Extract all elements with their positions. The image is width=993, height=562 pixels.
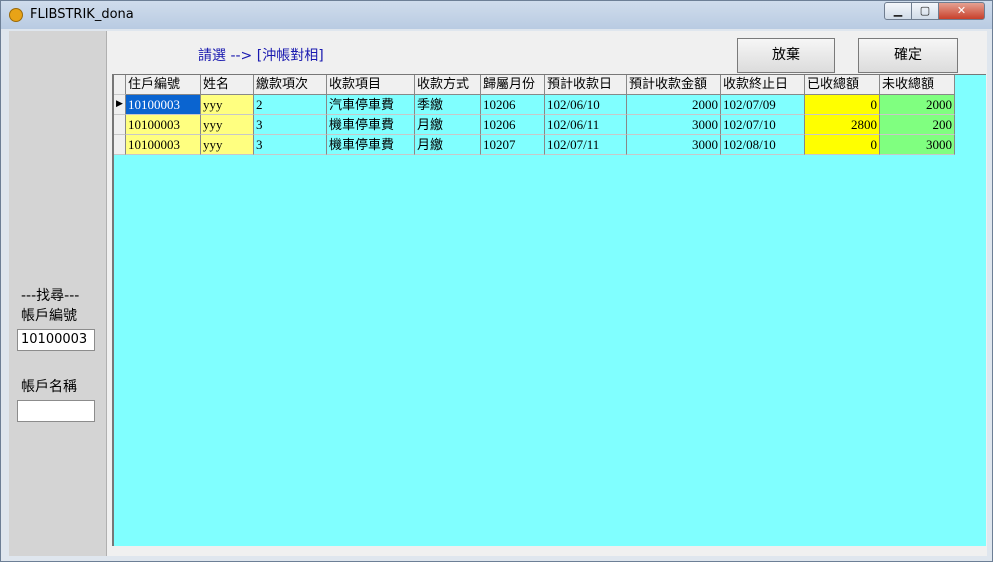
confirm-button[interactable]: 確定	[858, 38, 958, 73]
main-panel: 請選 --> [沖帳對相] 放棄 確定 住戶編號 姓名 繳款項次 收款項目 收款方式 歸屬…	[106, 31, 987, 556]
table-cell[interactable]: 10207	[481, 135, 545, 155]
column-header[interactable]: 已收總額	[805, 75, 880, 95]
records-grid[interactable]: 住戶編號 姓名 繳款項次 收款項目 收款方式 歸屬月份 預計收款日 預計收款金額 收款終止日 已收…	[112, 74, 986, 546]
row-selector[interactable]	[114, 115, 126, 135]
search-panel: ---找尋--- 帳戶編號 10100003 帳戶名稱	[9, 31, 105, 556]
table-cell[interactable]: 機車停車費	[327, 135, 415, 155]
table-cell[interactable]: 10100003	[126, 95, 201, 115]
app-window: FLIBSTRIK_dona ▁ ▢ ✕ ---找尋--- 帳戶編號 10100…	[0, 0, 993, 562]
instruction-text: 請選 --> [沖帳對相]	[198, 48, 324, 64]
table-cell[interactable]: 3	[254, 115, 327, 135]
column-header[interactable]: 預計收款金額	[627, 75, 721, 95]
column-header[interactable]: 姓名	[201, 75, 254, 95]
column-header[interactable]: 預計收款日	[545, 75, 627, 95]
table-cell[interactable]: 季繳	[415, 95, 481, 115]
column-header[interactable]: 未收總額	[880, 75, 955, 95]
table-cell[interactable]: 102/06/10	[545, 95, 627, 115]
table-cell[interactable]: 10100003	[126, 135, 201, 155]
table-cell[interactable]: 10206	[481, 95, 545, 115]
table-cell[interactable]: 2	[254, 95, 327, 115]
close-button[interactable]: ✕	[938, 2, 985, 20]
table-cell[interactable]: 102/07/11	[545, 135, 627, 155]
table-cell[interactable]: yyy	[201, 115, 254, 135]
row-selector[interactable]: ▶	[114, 95, 126, 115]
column-header[interactable]: 收款項目	[327, 75, 415, 95]
app-icon	[9, 8, 23, 22]
cancel-button[interactable]: 放棄	[737, 38, 835, 73]
column-header[interactable]: 歸屬月份	[481, 75, 545, 95]
table-cell[interactable]: 10100003	[126, 115, 201, 135]
table-cell[interactable]: 3000	[627, 115, 721, 135]
column-header[interactable]: 收款方式	[415, 75, 481, 95]
column-header[interactable]: 收款終止日	[721, 75, 805, 95]
table-cell[interactable]: 3	[254, 135, 327, 155]
table-cell[interactable]: 月繳	[415, 135, 481, 155]
table-cell[interactable]: 2000	[880, 95, 955, 115]
table-cell[interactable]: 200	[880, 115, 955, 135]
table-cell[interactable]: 0	[805, 95, 880, 115]
table-cell[interactable]: yyy	[201, 95, 254, 115]
table-cell[interactable]: 汽車停車費	[327, 95, 415, 115]
table-cell[interactable]: yyy	[201, 135, 254, 155]
row-selector[interactable]	[114, 135, 126, 155]
column-header[interactable]: 繳款項次	[254, 75, 327, 95]
account-name-input[interactable]	[17, 400, 95, 422]
table-cell[interactable]: 2000	[627, 95, 721, 115]
table-cell[interactable]: 2800	[805, 115, 880, 135]
table-cell[interactable]: 3000	[627, 135, 721, 155]
account-name-label: 帳戶名稱	[21, 379, 77, 395]
title-bar[interactable]: FLIBSTRIK_dona ▁ ▢ ✕	[1, 1, 992, 29]
column-header[interactable]: 住戶編號	[126, 75, 201, 95]
table-cell[interactable]: 0	[805, 135, 880, 155]
table-cell[interactable]: 10206	[481, 115, 545, 135]
client-area: ---找尋--- 帳戶編號 10100003 帳戶名稱 請選 --> [沖帳對相…	[9, 31, 987, 556]
table-cell[interactable]: 102/07/10	[721, 115, 805, 135]
account-no-input[interactable]: 10100003	[17, 329, 95, 351]
maximize-button[interactable]: ▢	[911, 2, 939, 20]
table-cell[interactable]: 102/08/10	[721, 135, 805, 155]
account-no-label: 帳戶編號	[21, 308, 77, 324]
table-cell[interactable]: 102/07/09	[721, 95, 805, 115]
minimize-button[interactable]: ▁	[884, 2, 912, 20]
window-title: FLIBSTRIK_dona	[30, 7, 134, 22]
grid-corner-cell	[114, 75, 126, 95]
table-cell[interactable]: 月繳	[415, 115, 481, 135]
search-heading: ---找尋---	[21, 288, 80, 304]
table-cell[interactable]: 3000	[880, 135, 955, 155]
table-cell[interactable]: 102/06/11	[545, 115, 627, 135]
table-cell[interactable]: 機車停車費	[327, 115, 415, 135]
